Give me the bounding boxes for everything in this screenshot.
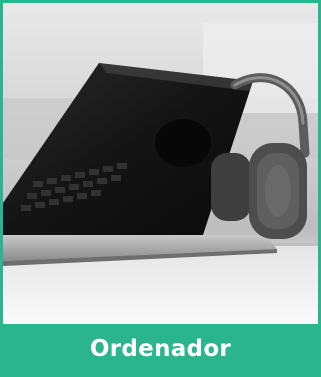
category-card[interactable]: Ordenador <box>0 0 321 377</box>
category-caption[interactable]: Ordenador <box>3 324 318 374</box>
category-label: Ordenador <box>89 336 232 362</box>
laptop-headphones-image[interactable] <box>3 3 318 324</box>
